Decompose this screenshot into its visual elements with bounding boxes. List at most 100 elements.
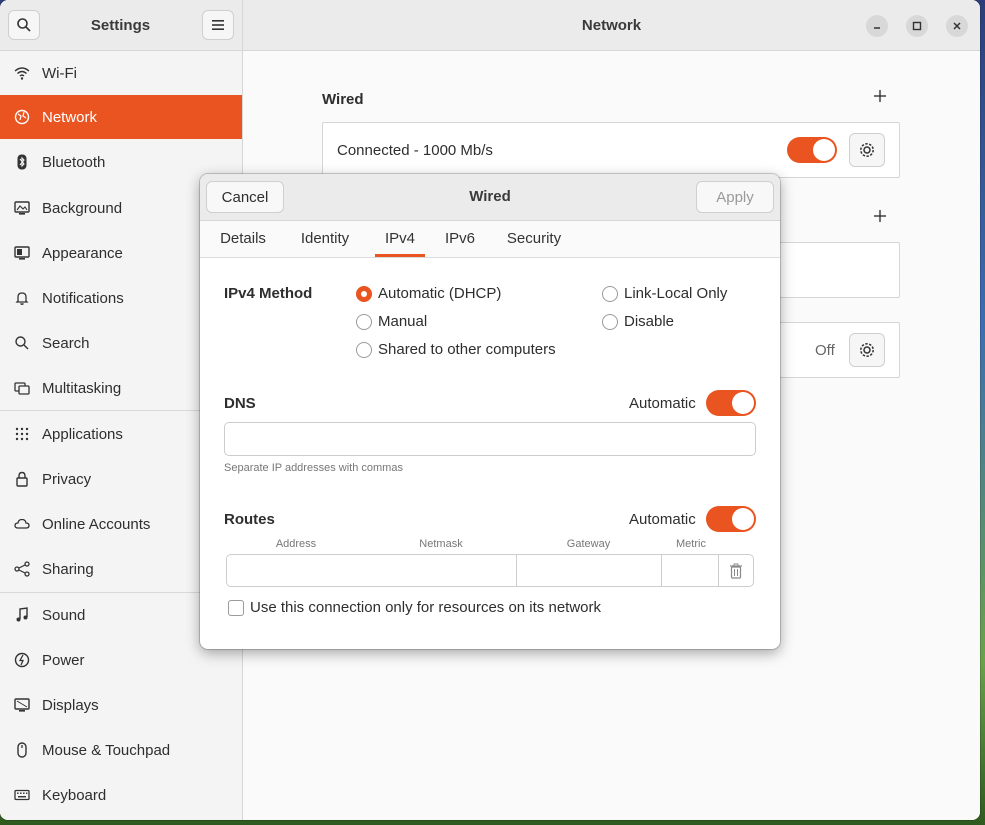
sidebar-item-label: Mouse & Touchpad	[42, 741, 171, 759]
sidebar-item-label: Applications	[42, 425, 123, 443]
close-icon	[953, 22, 961, 30]
sidebar-item-label: Keyboard	[42, 786, 107, 804]
route-netmask-input[interactable]	[371, 554, 517, 587]
sidebar-item-label: Multitasking	[42, 379, 122, 397]
routes-automatic-label: Automatic	[629, 511, 696, 528]
wired-toggle-switch[interactable]	[787, 137, 837, 163]
route-column-gateway: Gateway	[566, 538, 611, 550]
maximize-icon	[912, 21, 922, 31]
sidebar-item-keyboard[interactable]: Keyboard	[0, 773, 242, 817]
sidebar-item-label: Displays	[42, 696, 99, 714]
minimize-button[interactable]	[866, 15, 888, 37]
route-column-address: Address	[275, 538, 317, 550]
tab-security[interactable]: Security	[500, 221, 568, 257]
radio-label: Manual	[378, 313, 428, 330]
keyboard-icon	[14, 787, 30, 803]
apply-button[interactable]: Apply	[696, 181, 774, 213]
only-resources-label: Use this connection only for resources o…	[250, 599, 601, 616]
dns-automatic-switch[interactable]	[706, 390, 756, 416]
sidebar-item-label: Bluetooth	[42, 153, 106, 171]
sidebar-item-label: Search	[42, 334, 90, 352]
sidebar-item-label: Sound	[42, 606, 86, 624]
sidebar-item-label: Power	[42, 651, 85, 669]
wired-settings-button[interactable]	[849, 133, 885, 167]
route-delete-button[interactable]	[718, 554, 754, 587]
only-resources-checkbox[interactable]	[228, 599, 244, 616]
method-shared[interactable]: Shared to other computers	[356, 341, 556, 358]
power-icon	[14, 652, 30, 668]
proxy-settings-button[interactable]	[849, 333, 885, 367]
radio-label: Shared to other computers	[378, 341, 556, 358]
tab-ipv6[interactable]: IPv6	[438, 221, 482, 257]
radio-unselected[interactable]	[602, 285, 618, 302]
radio-unselected[interactable]	[356, 313, 372, 330]
tab-ipv4[interactable]: IPv4	[375, 221, 425, 257]
tab-identity[interactable]: Identity	[292, 221, 358, 257]
plus-icon	[874, 90, 886, 102]
route-address-input[interactable]	[226, 554, 372, 587]
sidebar-item-label: Online Accounts	[42, 515, 151, 533]
sidebar-item-mouse-touchpad[interactable]: Mouse & Touchpad	[0, 728, 242, 772]
sidebar-item-label: Sharing	[42, 560, 94, 578]
cloud-icon	[14, 516, 30, 532]
routes-automatic-switch[interactable]	[706, 506, 756, 532]
background-icon	[14, 200, 30, 216]
trash-icon	[730, 563, 742, 579]
wired-connection-card: Connected - 1000 Mb/s	[322, 122, 900, 178]
menu-button[interactable]	[202, 10, 234, 40]
wired-dialog: Wired Cancel Apply Details Identity IPv4…	[200, 174, 780, 649]
minimize-icon	[874, 27, 880, 29]
hamburger-menu-icon	[212, 20, 224, 30]
sidebar-item-label: Notifications	[42, 289, 124, 307]
cancel-button[interactable]: Cancel	[206, 181, 284, 213]
mouse-icon	[14, 742, 30, 758]
radio-label: Automatic (DHCP)	[378, 285, 502, 302]
sidebar-item-label: Appearance	[42, 244, 123, 262]
maximize-button[interactable]	[906, 15, 928, 37]
sidebar-item-label: Network	[42, 108, 98, 126]
method-automatic-dhcp[interactable]: Automatic (DHCP)	[356, 285, 501, 302]
sidebar-item-displays[interactable]: Displays	[0, 683, 242, 727]
search-button[interactable]	[8, 10, 40, 40]
proxy-status-text: Off	[815, 342, 835, 359]
sidebar-item-label: Privacy	[42, 470, 92, 488]
sidebar-item-label: Wi-Fi	[42, 64, 77, 82]
wired-status-text: Connected - 1000 Mb/s	[337, 142, 493, 159]
only-resources-option[interactable]: Use this connection only for resources o…	[228, 599, 601, 616]
radio-label: Link-Local Only	[624, 285, 728, 302]
radio-selected[interactable]	[356, 285, 372, 302]
wired-section-title: Wired	[322, 91, 364, 108]
sidebar-item-network[interactable]: Network	[0, 95, 242, 139]
close-button[interactable]	[946, 15, 968, 37]
sidebar-item-wifi[interactable]: Wi-Fi	[0, 51, 242, 95]
bluetooth-icon	[14, 154, 30, 170]
multitasking-icon	[14, 380, 30, 396]
method-disable[interactable]: Disable	[602, 313, 674, 330]
dialog-title: Wired	[469, 188, 511, 205]
dns-input[interactable]	[224, 422, 756, 456]
gear-icon	[860, 343, 874, 357]
sidebar-title: Settings	[90, 17, 151, 34]
route-column-metric: Metric	[676, 538, 706, 550]
route-gateway-input[interactable]	[516, 554, 662, 587]
route-metric-input[interactable]	[661, 554, 719, 587]
search-icon	[17, 18, 31, 32]
dialog-tabs: Details Identity IPv4 IPv6 Security	[200, 221, 780, 258]
radio-unselected[interactable]	[356, 341, 372, 358]
dns-label: DNS	[224, 395, 256, 412]
sidebar-item-label: Background	[42, 199, 123, 217]
wifi-icon	[14, 65, 30, 81]
radio-unselected[interactable]	[602, 313, 618, 330]
tab-details[interactable]: Details	[212, 221, 274, 257]
method-link-local[interactable]: Link-Local Only	[602, 285, 727, 302]
add-connection-button[interactable]	[873, 86, 887, 109]
method-manual[interactable]: Manual	[356, 313, 427, 330]
network-icon	[14, 109, 30, 125]
appearance-icon	[14, 245, 30, 261]
add-vpn-button[interactable]	[873, 206, 887, 229]
gear-icon	[860, 143, 874, 157]
bell-icon	[14, 290, 30, 306]
display-icon	[14, 697, 30, 713]
lock-icon	[14, 471, 30, 487]
search-icon	[14, 335, 30, 351]
